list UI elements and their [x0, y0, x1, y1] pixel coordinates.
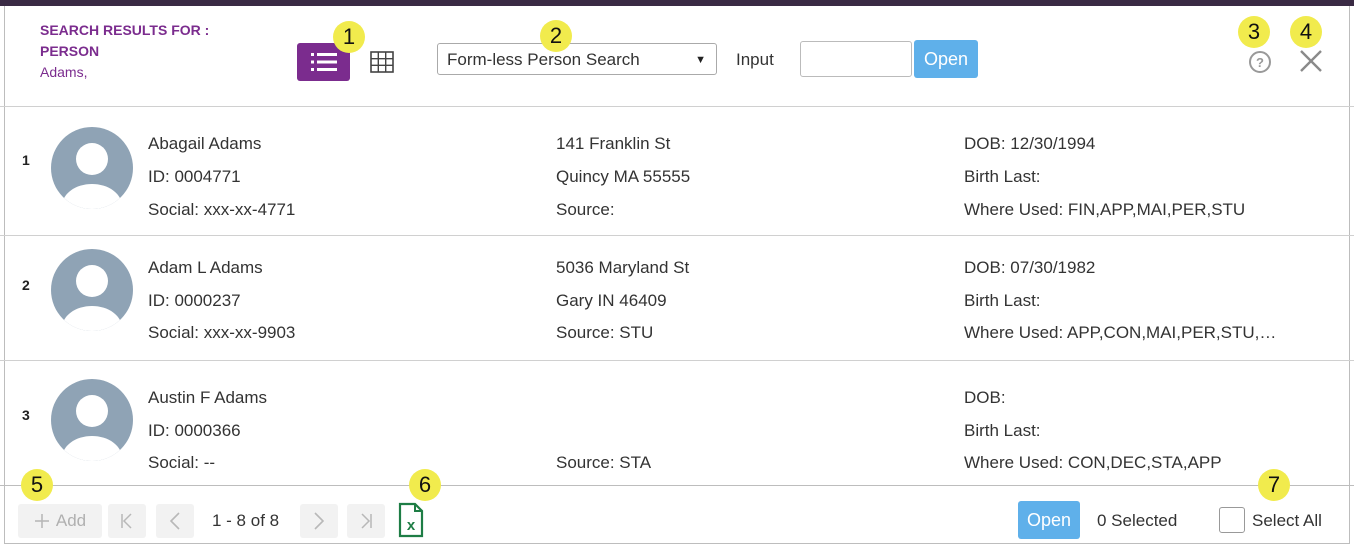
person-name: Austin F Adams [148, 388, 268, 407]
result-row[interactable]: 1 Abagail Adams ID: 0004771 Social: xxx-… [0, 106, 1354, 236]
person-id: ID: 0000366 [148, 421, 241, 440]
result-row[interactable]: 3 Austin F Adams ID: 0000366 Social: -- … [0, 361, 1354, 486]
grid-view-button[interactable] [368, 48, 396, 76]
person-id: ID: 0000237 [148, 291, 241, 310]
row-index: 1 [22, 152, 30, 168]
person-social: Social: -- [148, 453, 216, 472]
close-button[interactable] [1296, 46, 1326, 76]
address-line2: Gary IN 46409 [556, 291, 667, 310]
avatar-icon [51, 379, 133, 461]
add-label: Add [55, 511, 87, 530]
row-index: 3 [22, 407, 30, 423]
page-range: 1 - 8 of 8 [212, 511, 280, 530]
title-entity: PERSON [40, 43, 100, 59]
select-all-label[interactable]: Select All [1252, 511, 1322, 531]
title-query: Adams, [40, 64, 88, 80]
callout-badge: 3 [1238, 16, 1270, 48]
add-button[interactable]: Add [18, 504, 102, 538]
last-page-icon [361, 513, 372, 529]
person-name: Adam L Adams [148, 258, 263, 277]
callout-badge: 7 [1258, 469, 1290, 501]
open-search-button[interactable]: Open [914, 40, 978, 78]
dob: DOB: 07/30/1982 [964, 258, 1096, 277]
search-type-value: Form-less Person Search [447, 50, 640, 69]
help-icon: ? [1249, 51, 1271, 73]
plus-icon [34, 514, 49, 528]
close-icon [1300, 50, 1322, 72]
excel-icon: x [398, 502, 424, 538]
first-page-button[interactable] [108, 504, 146, 538]
callout-badge: 2 [540, 20, 572, 52]
first-page-icon [121, 513, 132, 529]
dropdown-arrow-icon: ▼ [695, 54, 706, 66]
list-icon [310, 53, 337, 71]
dob: DOB: 12/30/1994 [964, 134, 1096, 153]
address-line2: Quincy MA 55555 [556, 167, 691, 186]
birth-last: Birth Last: [964, 421, 1041, 440]
callout-badge: 4 [1290, 16, 1322, 48]
person-id: ID: 0004771 [148, 167, 241, 186]
input-label: Input [736, 50, 774, 69]
dob: DOB: [964, 388, 1006, 407]
person-social: Social: xxx-xx-4771 [148, 200, 296, 219]
search-input[interactable] [800, 41, 912, 77]
selected-count: 0 Selected [1097, 511, 1178, 530]
source: Source: STU [556, 323, 654, 342]
svg-text:x: x [407, 517, 416, 534]
last-page-button[interactable] [347, 504, 385, 538]
grid-icon [370, 51, 394, 73]
row-index: 2 [22, 277, 30, 293]
help-button[interactable]: ? [1246, 48, 1274, 76]
next-page-button[interactable] [300, 504, 338, 538]
person-name: Abagail Adams [148, 134, 262, 153]
chevron-left-icon [169, 512, 180, 530]
where-used: Where Used: FIN,APP,MAI,PER,STU [964, 200, 1246, 219]
select-all-checkbox[interactable] [1219, 507, 1245, 533]
address-line1: 141 Franklin St [556, 134, 671, 153]
search-type-select[interactable]: Form-less Person Search ▼ [437, 43, 717, 75]
address-line1: 5036 Maryland St [556, 258, 690, 277]
export-excel-button[interactable]: x [398, 502, 424, 538]
birth-last: Birth Last: [964, 167, 1041, 186]
svg-text:?: ? [1256, 55, 1264, 70]
avatar-icon [51, 249, 133, 331]
chevron-right-icon [314, 512, 325, 530]
where-used: Where Used: APP,CON,MAI,PER,STU,… [964, 323, 1277, 342]
callout-badge: 1 [333, 21, 365, 53]
callout-badge: 5 [21, 469, 53, 501]
birth-last: Birth Last: [964, 291, 1041, 310]
previous-page-button[interactable] [156, 504, 194, 538]
callout-badge: 6 [409, 469, 441, 501]
open-selected-button[interactable]: Open [1018, 501, 1080, 539]
title-label: SEARCH RESULTS FOR : [40, 22, 210, 38]
search-results-title: SEARCH RESULTS FOR : PERSON Adams, [40, 20, 209, 83]
source: Source: [556, 200, 615, 219]
person-social: Social: xxx-xx-9903 [148, 323, 296, 342]
result-row[interactable]: 2 Adam L Adams ID: 0000237 Social: xxx-x… [0, 231, 1354, 361]
source: Source: STA [556, 453, 652, 472]
where-used: Where Used: CON,DEC,STA,APP [964, 453, 1222, 472]
avatar-icon [51, 127, 133, 209]
